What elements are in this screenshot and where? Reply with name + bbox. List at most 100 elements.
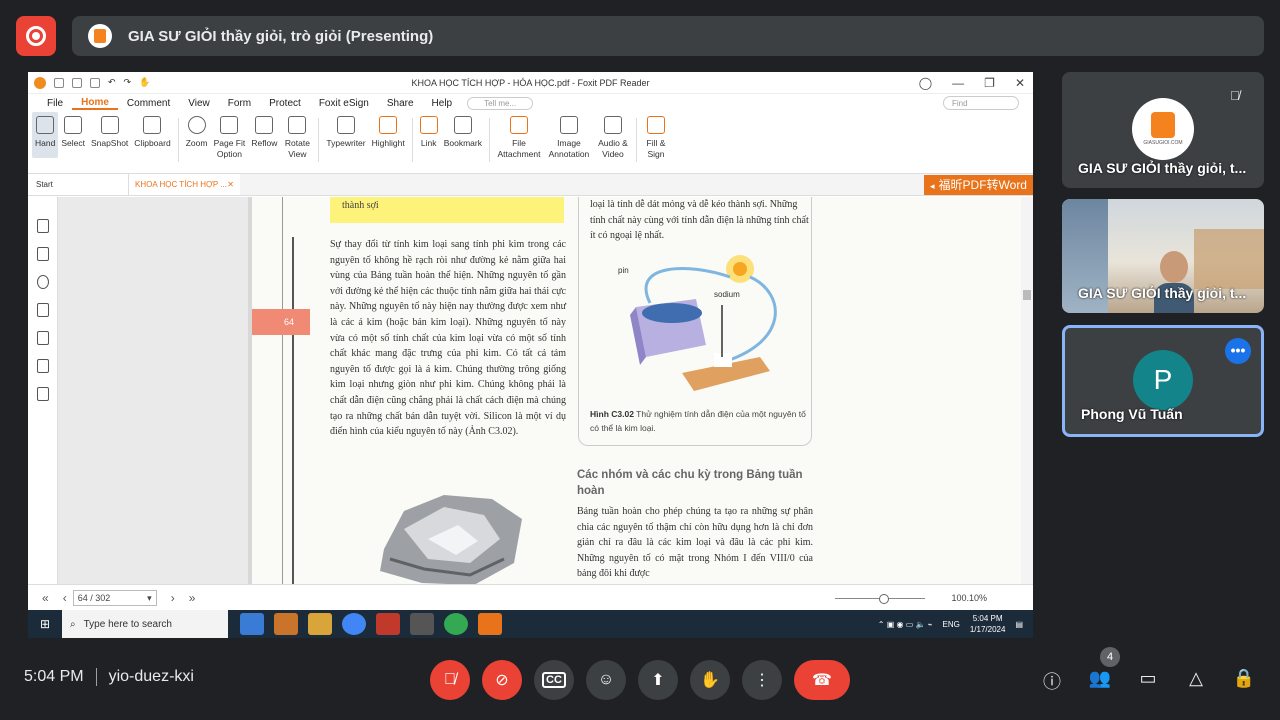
page-number-field[interactable]: 64 / 302 ▾	[72, 589, 157, 606]
more-options-button[interactable]: ⋮	[742, 660, 782, 700]
audio-video-button[interactable]: Audio & Video	[594, 112, 632, 160]
vertical-scrollbar[interactable]	[1021, 197, 1033, 584]
leave-call-button[interactable]: ☎	[794, 660, 850, 700]
chat-icon[interactable]: ▭	[1136, 668, 1160, 689]
menu-help[interactable]: Help	[423, 98, 462, 109]
snapshot-button[interactable]: SnapShot	[88, 112, 131, 149]
camera-toggle-button[interactable]: ⊘	[482, 660, 522, 700]
settings-icon[interactable]	[410, 613, 434, 635]
participant-tile[interactable]: GIASUGIOI.COM 🎙̸ GIA SƯ GIỎI thầy giỏi, …	[1062, 72, 1264, 188]
pdf-page: 64 thành sợi Sự thay đổi từ tính kim loạ…	[252, 197, 1024, 584]
open-icon[interactable]	[54, 77, 64, 88]
menu-comment[interactable]: Comment	[118, 98, 179, 109]
minimize-icon[interactable]: —	[952, 76, 964, 90]
fill-sign-button[interactable]: Fill & Sign	[641, 112, 671, 160]
raise-hand-button[interactable]: ✋	[690, 660, 730, 700]
chrome-icon[interactable]	[342, 613, 366, 635]
explorer-icon[interactable]	[308, 613, 332, 635]
account-icon[interactable]: ◯	[919, 76, 932, 90]
undo-icon[interactable]: ↶	[108, 77, 116, 88]
ribbon-toolbar: Hand Select SnapShot Clipboard Zoom Page…	[28, 112, 1033, 174]
participant-avatar: P	[1133, 350, 1193, 410]
rotate-view-button[interactable]: Rotate View	[280, 112, 314, 160]
menu-protect[interactable]: Protect	[260, 98, 310, 109]
tray-icons[interactable]: ⌃ ▣ ◉ ▭ 🔈 ⌁	[878, 620, 933, 629]
chevron-down-icon: ▾	[147, 592, 152, 603]
tab-document[interactable]: KHOA HỌC TÍCH HỢP ... ✕	[128, 174, 240, 195]
menu-foxit-esign[interactable]: Foxit eSign	[310, 98, 378, 109]
first-page-icon[interactable]: «	[42, 591, 49, 605]
select-tool-button[interactable]: Select	[58, 112, 88, 149]
more-options-icon[interactable]: •••	[1225, 338, 1251, 364]
reflow-button[interactable]: Reflow	[248, 112, 280, 149]
app-icon-2[interactable]	[274, 613, 298, 635]
bookmark-button[interactable]: Bookmark	[441, 112, 485, 149]
hand-quick-icon[interactable]: ✋	[139, 77, 150, 88]
page-fit-button[interactable]: Page Fit Option	[210, 112, 248, 160]
people-icon[interactable]: 👥	[1088, 668, 1112, 689]
taskbar-search[interactable]: ⌕ Type here to search	[62, 610, 228, 638]
zoom-button[interactable]: Zoom	[183, 112, 211, 149]
present-button[interactable]: ⬆	[638, 660, 678, 700]
attachments-panel-icon[interactable]	[36, 331, 49, 345]
menu-view[interactable]: View	[179, 98, 219, 109]
notification-icon[interactable]: ▤	[1015, 620, 1023, 629]
menu-home[interactable]: Home	[72, 97, 118, 110]
highlight-button[interactable]: Highlight	[369, 112, 408, 149]
reactions-button[interactable]: ☺	[586, 660, 626, 700]
clipboard-button[interactable]: Clipboard	[131, 112, 173, 149]
close-icon[interactable]: ✕	[1015, 76, 1025, 90]
signature-panel-icon[interactable]	[36, 387, 49, 401]
zoom-slider[interactable]	[835, 594, 925, 604]
last-page-icon[interactable]: »	[189, 591, 196, 605]
menu-file[interactable]: File	[38, 98, 72, 109]
bookmark-panel-icon[interactable]	[36, 219, 49, 233]
save-icon[interactable]	[72, 77, 82, 88]
hand-tool-button[interactable]: Hand	[32, 112, 59, 158]
security-panel-icon[interactable]	[36, 359, 49, 373]
find-input[interactable]: Find	[943, 96, 1019, 110]
hand-icon	[36, 116, 55, 134]
participant-tile-video[interactable]: GIA SƯ GIỎI thầy giỏi, t...	[1062, 199, 1264, 313]
restore-icon[interactable]: ❐	[984, 76, 995, 90]
taskbar-clock[interactable]: 5:04 PM 1/17/2024	[970, 613, 1006, 635]
participant-tile-self[interactable]: P ••• Phong Vũ Tuấn	[1062, 325, 1264, 437]
comments-panel-icon[interactable]	[36, 275, 49, 289]
pages-panel-icon[interactable]	[36, 247, 49, 261]
participant-name: Phong Vũ Tuấn	[1081, 406, 1183, 422]
zoom-value[interactable]: 100.10%	[951, 593, 987, 603]
language-indicator[interactable]: ENG	[943, 620, 960, 629]
typewriter-button[interactable]: Typewriter	[323, 112, 368, 149]
windows-start-icon[interactable]: ⊞	[28, 617, 62, 631]
link-button[interactable]: Link	[417, 112, 441, 149]
layers-panel-icon[interactable]	[36, 303, 49, 317]
activities-icon[interactable]: △	[1184, 668, 1208, 689]
recording-icon[interactable]	[16, 16, 56, 56]
app-icon-1[interactable]	[240, 613, 264, 635]
select-icon	[64, 116, 83, 134]
tell-me-input[interactable]: Tell me...	[467, 96, 534, 110]
image-annotation-button[interactable]: Image Annotation	[544, 112, 594, 160]
menu-share[interactable]: Share	[378, 98, 423, 109]
pdf-to-word-banner[interactable]: 福昕PDF转Word	[924, 175, 1033, 195]
print-icon[interactable]	[90, 77, 100, 88]
tab-start[interactable]: Start	[28, 174, 128, 195]
captions-button[interactable]: CC	[534, 660, 574, 700]
foxit-logo-icon	[34, 76, 46, 89]
meeting-details-icon[interactable]: ⓘ	[1040, 668, 1064, 694]
app-icon-5[interactable]	[376, 613, 400, 635]
participant-name: GIA SƯ GIỎI thầy giỏi, t...	[1078, 285, 1247, 301]
reflow-icon	[255, 116, 274, 134]
next-page-icon[interactable]: ›	[171, 591, 175, 605]
host-controls-icon[interactable]: 🔒	[1232, 668, 1256, 689]
redo-icon[interactable]: ↷	[124, 77, 132, 88]
hang-up-icon: ☎	[812, 672, 832, 689]
participant-name: GIA SƯ GIỎI thầy giỏi, t...	[1078, 160, 1247, 176]
menu-form[interactable]: Form	[219, 98, 260, 109]
foxit-taskbar-icon[interactable]	[478, 613, 502, 635]
mic-toggle-button[interactable]: 🎙̸	[430, 660, 470, 700]
file-attachment-button[interactable]: File Attachment	[494, 112, 544, 160]
prev-page-icon[interactable]: ‹	[63, 591, 67, 605]
tab-close-icon[interactable]: ✕	[227, 174, 234, 195]
chrome-profile-icon[interactable]	[444, 613, 468, 635]
